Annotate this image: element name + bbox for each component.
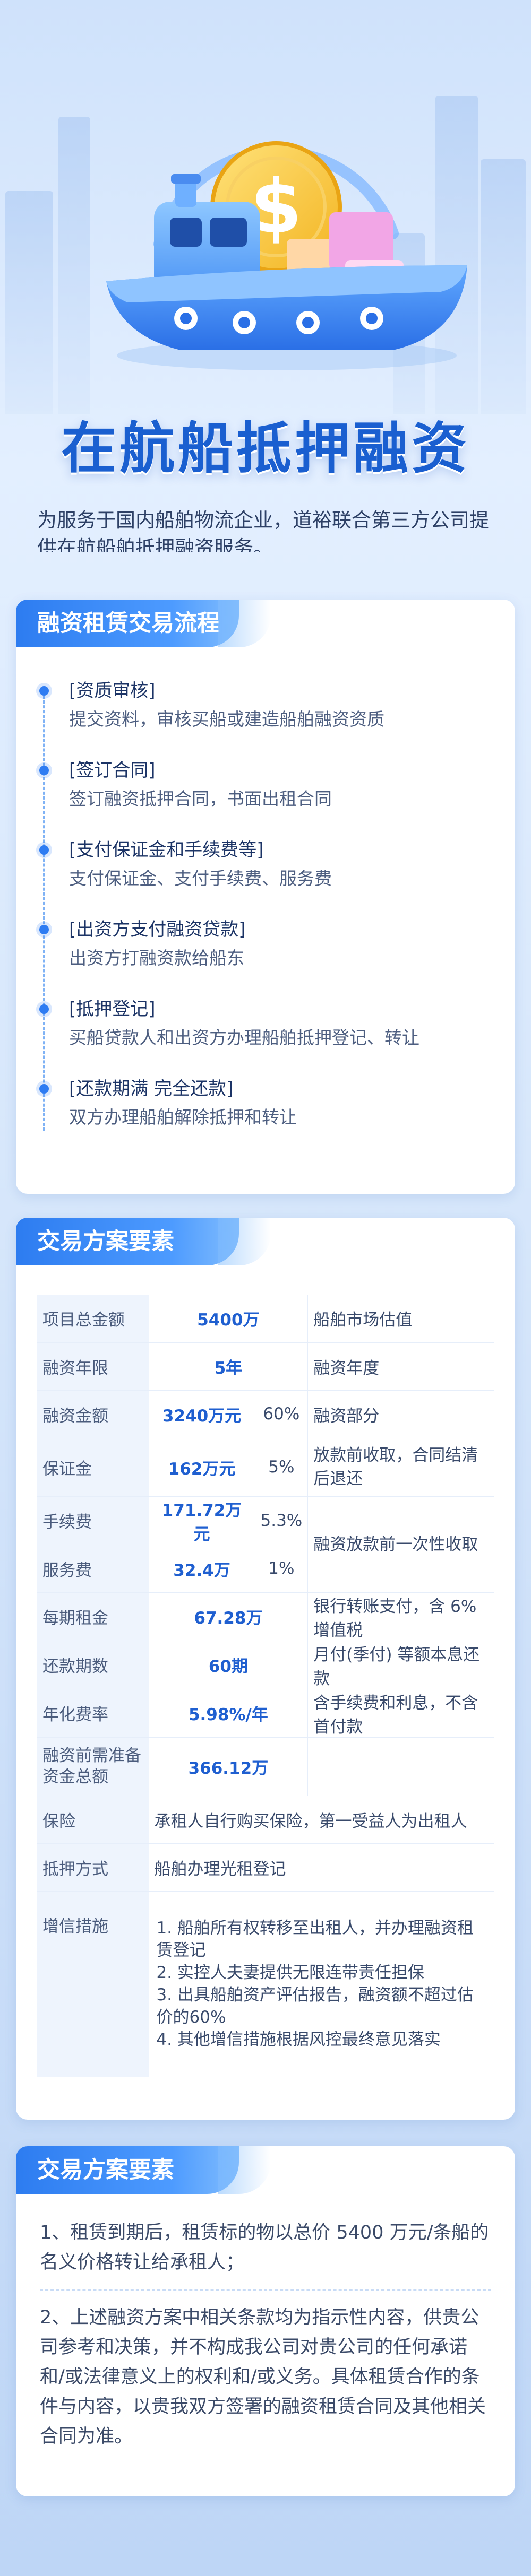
plan-card: 交易方案要素 项目总金额 5400万 船舶市场估值 融资年限 5年 融资年度 融… <box>16 1218 515 2120</box>
step-title: [还款期满 完全还款] <box>69 1078 234 1099</box>
notes-card: 交易方案要素 1、租赁到期后，租赁标的物以总价 5400 万元/条船的名义价格转… <box>16 2146 515 2496</box>
row-key: 保证金 <box>37 1438 149 1497</box>
timeline-dot-icon <box>39 845 49 855</box>
table-row: 还款期数 60期 月付(季付) 等额本息还款 <box>37 1641 494 1689</box>
row-desc: 船舶办理光租登记 <box>149 1843 494 1892</box>
row-desc: 船舶市场估值 <box>307 1295 494 1343</box>
list-item: 2. 实控人夫妻提供无限连带责任担保 <box>156 1963 424 1983</box>
row-desc-empty <box>307 1737 494 1796</box>
row-key: 每期租金 <box>37 1592 149 1641</box>
row-desc: 月付(季付) 等额本息还款 <box>307 1641 494 1689</box>
row-value: 366.12万 <box>149 1737 309 1796</box>
row-value: 3240万元 <box>149 1390 255 1438</box>
step-desc: 支付保证金、支付手续费、服务费 <box>69 868 332 889</box>
row-desc: 融资放款前一次性收取 <box>307 1496 494 1593</box>
step-title: [支付保证金和手续费等] <box>69 839 264 861</box>
step-title: [抵押登记] <box>69 999 156 1020</box>
note-paragraph: 1、租赁到期后，租赁标的物以总价 5400 万元/条船的名义价格转让给承租人； <box>40 2222 489 2273</box>
process-card: 融资租赁交易流程 [资质审核] 提交资料，审核买船或建造船舶融资资质 [签订合同… <box>16 600 515 1194</box>
row-key: 增信措施 <box>37 1891 149 2077</box>
row-percent: 5.3% <box>255 1496 309 1545</box>
row-key: 融资前需准备资金总额 <box>37 1737 149 1796</box>
row-value: 171.72万元 <box>149 1496 255 1545</box>
credit-measures: 1. 船舶所有权转移至出租人，并办理融资租赁登记 2. 实控人夫妻提供无限连带责… <box>149 1891 494 2077</box>
row-value: 32.4万 <box>149 1545 255 1593</box>
row-key: 抵押方式 <box>37 1843 149 1892</box>
row-key: 服务费 <box>37 1545 149 1593</box>
page-subtitle: 为服务于国内船舶物流企业，道裕联合第三方公司提供在航船舶抵押融资服务。 <box>37 509 489 552</box>
row-percent: 60% <box>255 1390 309 1438</box>
table-row: 项目总金额 5400万 船舶市场估值 <box>37 1295 494 1343</box>
table-row: 手续费 171.72万元 5.3% 融资放款前一次性收取 <box>37 1496 494 1593</box>
divider <box>40 2289 491 2291</box>
row-value: 5.98%/年 <box>149 1689 309 1738</box>
step-title: [出资方支付融资贷款] <box>69 919 246 940</box>
city-building <box>5 191 53 414</box>
table-row: 抵押方式 船舶办理光租登记 <box>37 1843 494 1892</box>
page-title: 在航船抵押融资 <box>61 416 470 481</box>
table-row: 融资前需准备资金总额 366.12万 <box>37 1737 494 1796</box>
timeline-dot-icon <box>39 686 49 696</box>
timeline-line <box>43 696 45 1131</box>
row-value: 5400万 <box>149 1295 309 1343</box>
process-heading: 融资租赁交易流程 <box>16 600 271 647</box>
table-row: 融资年限 5年 融资年度 <box>37 1342 494 1391</box>
table-row: 增信措施 1. 船舶所有权转移至出租人，并办理融资租赁登记 2. 实控人夫妻提供… <box>37 1891 494 2077</box>
step-title: [签订合同] <box>69 760 156 781</box>
table-row: 保险 承租人自行购买保险，第一受益人为出租人 <box>37 1796 494 1844</box>
table-row: 融资金额 3240万元 60% 融资部分 <box>37 1390 494 1438</box>
note-paragraph: 2、上述融资方案中相关条款均为指示性内容，供贵公司参考和决策，并不构成我公司对贵… <box>40 2307 486 2447</box>
city-building <box>58 117 90 414</box>
table-row: 每期租金 67.28万 银行转账支付，含 6%增值税 <box>37 1592 494 1641</box>
row-key: 项目总金额 <box>37 1295 149 1343</box>
row-desc: 融资部分 <box>307 1390 494 1438</box>
row-key: 融资金额 <box>37 1390 149 1438</box>
row-value: 5年 <box>149 1342 309 1391</box>
plan-table: 项目总金额 5400万 船舶市场估值 融资年限 5年 融资年度 融资金额 324… <box>37 1295 494 2077</box>
list-item: 3. 出具船舶资产评估报告，融资额不超过估价的60% <box>156 1985 474 2027</box>
timeline-dot-icon <box>39 925 49 934</box>
list-item: 4. 其他增信措施根据风控最终意见落实 <box>156 2030 441 2050</box>
list-item: 1. 船舶所有权转移至出租人，并办理融资租赁登记 <box>156 1919 474 1961</box>
row-percent: 1% <box>255 1545 309 1593</box>
row-desc: 含手续费和利息，不含首付款 <box>307 1689 494 1738</box>
hero-banner: $ 在航船抵押融资 为服务于国内船舶物流企业，道裕联合第三方公司提供在航船舶抵押… <box>0 0 531 552</box>
timeline-dot-icon <box>39 1084 49 1094</box>
cargo-ship-with-dollar-coin-illustration: $ <box>96 106 478 382</box>
row-value: 67.28万 <box>149 1592 309 1641</box>
table-row: 保证金 162万元 5% 放款前收取，合同结清后退还 <box>37 1438 494 1497</box>
row-desc: 放款前收取，合同结清后退还 <box>307 1438 494 1497</box>
row-key: 保险 <box>37 1796 149 1844</box>
step-desc: 出资方打融资款给船东 <box>69 948 244 968</box>
row-value: 162万元 <box>149 1438 255 1497</box>
notes-heading: 交易方案要素 <box>16 2146 271 2194</box>
step-desc: 双方办理船舶解除抵押和转让 <box>69 1107 297 1127</box>
step-desc: 买船贷款人和出资方办理船舶抵押登记、转让 <box>69 1027 419 1048</box>
row-desc: 融资年度 <box>307 1342 494 1391</box>
row-key: 还款期数 <box>37 1641 149 1689</box>
step-title: [资质审核] <box>69 680 156 701</box>
row-percent: 5% <box>255 1438 309 1497</box>
step-desc: 签订融资抵押合同，书面出租合同 <box>69 788 332 809</box>
row-value: 60期 <box>149 1641 309 1689</box>
city-building <box>481 159 526 414</box>
timeline-dot-icon <box>39 1004 49 1014</box>
table-row: 年化费率 5.98%/年 含手续费和利息，不含首付款 <box>37 1689 494 1738</box>
row-desc: 承租人自行购买保险，第一受益人为出租人 <box>149 1796 494 1844</box>
timeline-dot-icon <box>39 766 49 775</box>
plan-heading: 交易方案要素 <box>16 1218 271 1265</box>
row-key: 融资年限 <box>37 1342 149 1391</box>
row-key: 年化费率 <box>37 1689 149 1738</box>
row-desc: 银行转账支付，含 6%增值税 <box>307 1592 494 1641</box>
step-desc: 提交资料，审核买船或建造船舶融资资质 <box>69 709 384 730</box>
row-key: 手续费 <box>37 1496 149 1545</box>
